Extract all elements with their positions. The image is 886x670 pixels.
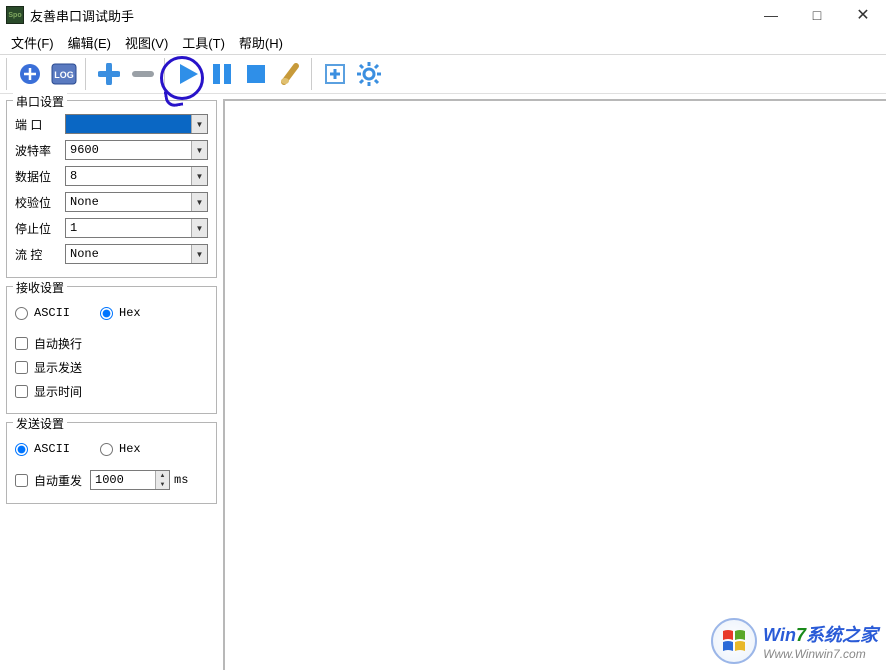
flow-combo[interactable]: None ▼	[65, 244, 208, 264]
databits-combo[interactable]: 8 ▼	[65, 166, 208, 186]
parity-label: 校验位	[15, 194, 65, 211]
menu-help[interactable]: 帮助(H)	[232, 31, 290, 54]
recv-ascii-radio[interactable]: ASCII	[15, 303, 70, 323]
parity-value: None	[70, 195, 99, 209]
stopbits-label: 停止位	[15, 220, 65, 237]
watermark: Win7系统之家 Www.Winwin7.com	[711, 618, 878, 664]
recv-hex-radio[interactable]: Hex	[100, 303, 141, 323]
chevron-down-icon[interactable]: ▼	[191, 115, 207, 133]
send-settings-legend: 发送设置	[13, 415, 67, 432]
play-icon[interactable]	[173, 59, 203, 89]
serial-settings-legend: 串口设置	[13, 93, 67, 110]
showtime-checkbox[interactable]: 显示时间	[15, 381, 208, 401]
toolbar-separator	[85, 58, 88, 90]
maximize-button[interactable]: □	[794, 0, 840, 30]
toolbar-separator	[6, 58, 9, 90]
left-panel: 串口设置 端 口 ▼ 波特率 9600 ▼ 数据位 8 ▼	[0, 94, 223, 670]
menu-view[interactable]: 视图(V)	[118, 31, 175, 54]
window-title: 友善串口调试助手	[30, 6, 134, 25]
recv-settings-legend: 接收设置	[13, 279, 67, 296]
spin-down-icon[interactable]: ▼	[155, 480, 169, 489]
add-port-icon[interactable]	[15, 59, 45, 89]
chevron-down-icon[interactable]: ▼	[191, 167, 207, 185]
window-buttons: — □ ✕	[748, 0, 886, 30]
interval-spinbox[interactable]: 1000 ▲▼	[90, 470, 170, 490]
port-label: 端 口	[15, 116, 65, 133]
minus-icon[interactable]	[128, 59, 158, 89]
baud-value: 9600	[70, 143, 99, 157]
settings-icon[interactable]	[354, 59, 384, 89]
toolbar: LOG	[0, 54, 886, 94]
chevron-down-icon[interactable]: ▼	[191, 193, 207, 211]
stopbits-value: 1	[70, 221, 77, 235]
showsend-checkbox[interactable]: 显示发送	[15, 357, 208, 377]
body-area: 串口设置 端 口 ▼ 波特率 9600 ▼ 数据位 8 ▼	[0, 94, 886, 670]
autoresend-checkbox[interactable]: 自动重发	[15, 470, 82, 490]
clear-icon[interactable]	[275, 59, 305, 89]
close-button[interactable]: ✕	[840, 0, 886, 30]
plus-icon[interactable]	[94, 59, 124, 89]
output-area[interactable]	[223, 99, 886, 670]
stopbits-combo[interactable]: 1 ▼	[65, 218, 208, 238]
svg-text:LOG: LOG	[54, 70, 74, 80]
log-icon[interactable]: LOG	[49, 59, 79, 89]
app-icon: Spo	[6, 6, 24, 24]
menu-bar: 文件(F) 编辑(E) 视图(V) 工具(T) 帮助(H)	[0, 30, 886, 54]
watermark-logo-icon	[711, 618, 757, 664]
watermark-line1-post: 系统之家	[806, 625, 878, 645]
databits-label: 数据位	[15, 168, 65, 185]
baud-label: 波特率	[15, 142, 65, 159]
spin-up-icon[interactable]: ▲	[155, 471, 169, 480]
send-ascii-radio[interactable]: ASCII	[15, 439, 70, 459]
parity-combo[interactable]: None ▼	[65, 192, 208, 212]
title-bar: Spo 友善串口调试助手 — □ ✕	[0, 0, 886, 30]
watermark-line1-seven: 7	[796, 625, 806, 645]
chevron-down-icon[interactable]: ▼	[191, 219, 207, 237]
interval-unit: ms	[174, 473, 188, 487]
chevron-down-icon[interactable]: ▼	[191, 245, 207, 263]
toolbar-separator	[164, 58, 167, 90]
menu-tools[interactable]: 工具(T)	[175, 31, 232, 54]
interval-value: 1000	[95, 473, 124, 487]
menu-edit[interactable]: 编辑(E)	[61, 31, 118, 54]
recv-settings-group: 接收设置 ASCII Hex 自动换行 显示发送 显示时间	[6, 286, 217, 414]
watermark-line2: Www.Winwin7.com	[763, 647, 878, 661]
baud-combo[interactable]: 9600 ▼	[65, 140, 208, 160]
toolbar-separator	[311, 58, 314, 90]
send-settings-group: 发送设置 ASCII Hex 自动重发 1000 ▲▼ ms	[6, 422, 217, 504]
autowrap-checkbox[interactable]: 自动换行	[15, 333, 208, 353]
stop-icon[interactable]	[241, 59, 271, 89]
new-window-icon[interactable]	[320, 59, 350, 89]
watermark-line1-pre: Win	[763, 625, 796, 645]
pause-icon[interactable]	[207, 59, 237, 89]
chevron-down-icon[interactable]: ▼	[191, 141, 207, 159]
menu-file[interactable]: 文件(F)	[4, 31, 61, 54]
watermark-text: Win7系统之家 Www.Winwin7.com	[763, 621, 878, 661]
send-hex-radio[interactable]: Hex	[100, 439, 141, 459]
port-combo[interactable]: ▼	[65, 114, 208, 134]
flow-label: 流 控	[15, 246, 65, 263]
databits-value: 8	[70, 169, 77, 183]
minimize-button[interactable]: —	[748, 0, 794, 30]
flow-value: None	[70, 247, 99, 261]
serial-settings-group: 串口设置 端 口 ▼ 波特率 9600 ▼ 数据位 8 ▼	[6, 100, 217, 278]
